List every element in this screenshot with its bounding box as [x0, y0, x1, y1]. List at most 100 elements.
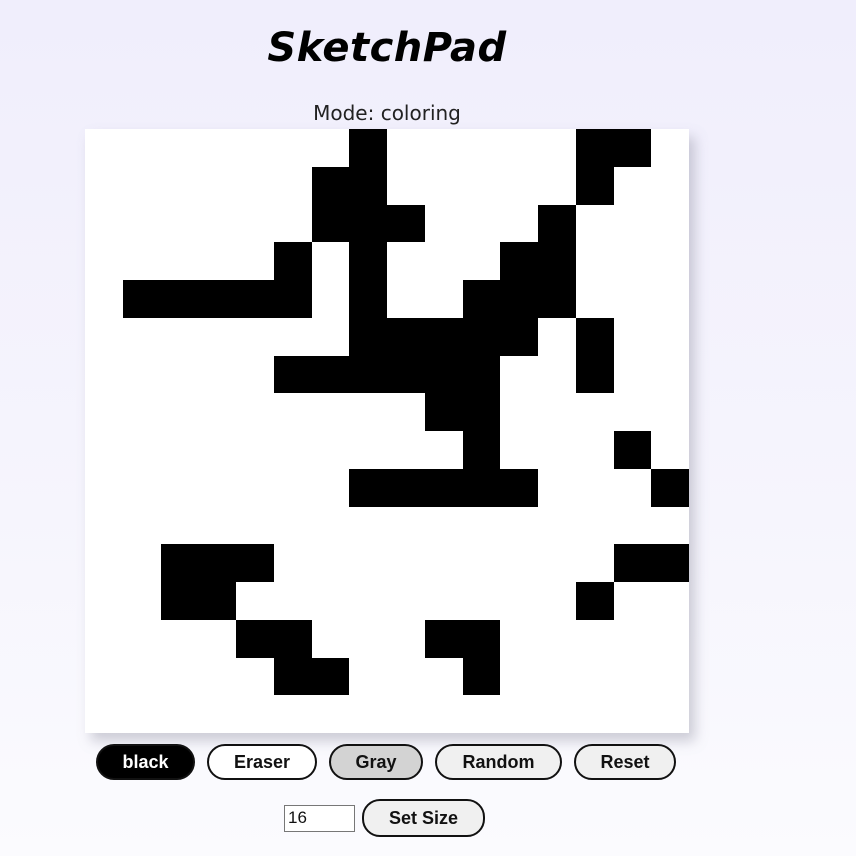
- grid-cell[interactable]: [425, 129, 463, 167]
- grid-cell-filled[interactable]: [462, 355, 501, 394]
- grid-cell-filled[interactable]: [424, 317, 463, 356]
- grid-cell[interactable]: [236, 582, 274, 620]
- grid-cell[interactable]: [198, 469, 236, 507]
- grid-cell[interactable]: [651, 582, 689, 620]
- grid-cell[interactable]: [349, 544, 387, 582]
- grid-cell[interactable]: [614, 393, 652, 431]
- grid-cell[interactable]: [312, 469, 350, 507]
- grid-cell[interactable]: [85, 356, 123, 394]
- grid-cell[interactable]: [500, 582, 538, 620]
- grid-cell[interactable]: [123, 695, 161, 733]
- grid-cell[interactable]: [198, 318, 236, 356]
- grid-cell[interactable]: [576, 393, 614, 431]
- grid-cell[interactable]: [274, 318, 312, 356]
- grid-cell[interactable]: [500, 205, 538, 243]
- grid-cell[interactable]: [651, 242, 689, 280]
- grid-cell[interactable]: [312, 544, 350, 582]
- grid-cell[interactable]: [425, 242, 463, 280]
- grid-cell[interactable]: [500, 658, 538, 696]
- grid-cell[interactable]: [538, 393, 576, 431]
- grid-cell-filled[interactable]: [387, 204, 425, 243]
- grid-cell-filled[interactable]: [122, 280, 161, 318]
- grid-cell-filled[interactable]: [651, 544, 689, 582]
- grid-cell[interactable]: [425, 431, 463, 469]
- grid-cell[interactable]: [236, 507, 274, 545]
- grid-cell[interactable]: [161, 242, 199, 280]
- grid-cell[interactable]: [614, 507, 652, 545]
- grid-cell[interactable]: [425, 280, 463, 318]
- grid-cell[interactable]: [500, 544, 538, 582]
- grid-cell[interactable]: [274, 582, 312, 620]
- grid-cell-filled[interactable]: [198, 582, 236, 620]
- grid-cell[interactable]: [425, 167, 463, 205]
- grid-cell-filled[interactable]: [349, 242, 387, 280]
- grid-cell[interactable]: [85, 280, 123, 318]
- grid-cell[interactable]: [576, 469, 614, 507]
- grid-cell[interactable]: [576, 620, 614, 658]
- grid-cell-filled[interactable]: [575, 355, 614, 394]
- grid-cell[interactable]: [614, 356, 652, 394]
- grid-cell-filled[interactable]: [424, 355, 463, 394]
- grid-cell-filled[interactable]: [575, 129, 614, 167]
- grid-cell[interactable]: [463, 695, 501, 733]
- grid-cell-filled[interactable]: [500, 280, 538, 318]
- grid-cell-filled[interactable]: [387, 317, 425, 356]
- black-button[interactable]: black: [96, 744, 195, 780]
- grid-cell-filled[interactable]: [613, 544, 652, 582]
- grid-size-input[interactable]: [284, 804, 355, 832]
- grid-cell-filled[interactable]: [500, 317, 538, 356]
- grid-cell[interactable]: [387, 393, 425, 431]
- grid-cell[interactable]: [312, 393, 350, 431]
- grid-cell[interactable]: [500, 167, 538, 205]
- grid-cell[interactable]: [161, 620, 199, 658]
- grid-cell-filled[interactable]: [575, 317, 614, 356]
- grid-cell-filled[interactable]: [387, 355, 425, 394]
- grid-cell[interactable]: [349, 393, 387, 431]
- grid-cell[interactable]: [576, 242, 614, 280]
- grid-cell[interactable]: [500, 393, 538, 431]
- grid-cell[interactable]: [198, 356, 236, 394]
- grid-cell-filled[interactable]: [538, 242, 576, 280]
- grid-cell[interactable]: [651, 318, 689, 356]
- grid-cell[interactable]: [85, 431, 123, 469]
- grid-cell-filled[interactable]: [311, 166, 350, 205]
- grid-cell[interactable]: [274, 167, 312, 205]
- grid-cell-filled[interactable]: [311, 657, 350, 696]
- grid-cell[interactable]: [463, 129, 501, 167]
- grid-cell[interactable]: [538, 469, 576, 507]
- grid-cell[interactable]: [123, 658, 161, 696]
- grid-cell-filled[interactable]: [349, 129, 387, 167]
- grid-cell[interactable]: [614, 582, 652, 620]
- grid-cell[interactable]: [236, 167, 274, 205]
- grid-cell[interactable]: [614, 695, 652, 733]
- grid-cell-filled[interactable]: [462, 280, 501, 318]
- grid-cell-filled[interactable]: [575, 582, 614, 620]
- grid-cell[interactable]: [614, 318, 652, 356]
- grid-cell-filled[interactable]: [349, 204, 387, 243]
- grid-cell[interactable]: [387, 129, 425, 167]
- grid-cell[interactable]: [349, 431, 387, 469]
- grid-cell[interactable]: [236, 695, 274, 733]
- grid-cell[interactable]: [198, 507, 236, 545]
- grid-cell[interactable]: [198, 393, 236, 431]
- grid-cell-filled[interactable]: [349, 317, 387, 356]
- grid-cell[interactable]: [651, 431, 689, 469]
- grid-cell[interactable]: [387, 167, 425, 205]
- grid-cell-filled[interactable]: [424, 393, 463, 431]
- grid-cell-filled[interactable]: [462, 393, 501, 431]
- grid-cell[interactable]: [85, 469, 123, 507]
- grid-cell[interactable]: [236, 205, 274, 243]
- eraser-button[interactable]: Eraser: [207, 744, 317, 780]
- grid-cell[interactable]: [274, 695, 312, 733]
- grid-cell[interactable]: [198, 431, 236, 469]
- grid-cell-filled[interactable]: [613, 431, 652, 469]
- grid-cell[interactable]: [349, 658, 387, 696]
- grid-cell[interactable]: [387, 431, 425, 469]
- grid-cell[interactable]: [576, 507, 614, 545]
- grid-cell[interactable]: [85, 582, 123, 620]
- grid-cell[interactable]: [236, 356, 274, 394]
- grid-cell[interactable]: [123, 431, 161, 469]
- grid-cell-filled[interactable]: [500, 242, 538, 280]
- grid-cell[interactable]: [614, 620, 652, 658]
- grid-cell[interactable]: [538, 431, 576, 469]
